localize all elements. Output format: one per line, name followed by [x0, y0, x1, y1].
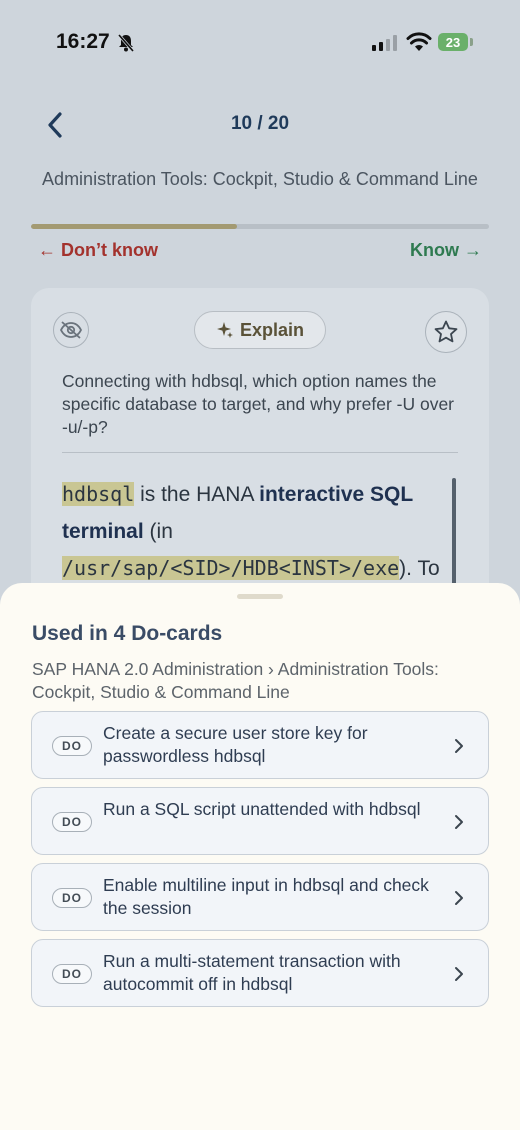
do-card-item[interactable]: DO Run a multi-statement transaction wit…	[31, 939, 489, 1007]
do-card-item[interactable]: DO Run a SQL script unattended with hdbs…	[31, 787, 489, 855]
answer-path: /usr/sap/<SID>/HDB<INST>/exe	[62, 556, 400, 580]
card-progress-counter: 10 / 20	[230, 113, 290, 134]
do-card-label: Enable multiline input in hdbsql and che…	[103, 875, 429, 918]
eye-slash-icon	[59, 321, 83, 339]
sheet-title: Used in 4 Do-cards	[32, 622, 223, 645]
do-badge: DO	[52, 888, 92, 908]
do-cards-sheet: Used in 4 Do-cards SAP HANA 2.0 Administ…	[0, 583, 520, 1130]
progress-bar	[31, 224, 489, 229]
chevron-right-icon	[455, 815, 463, 829]
progress-bar-fill	[31, 224, 238, 229]
chevron-right-icon	[455, 967, 463, 981]
do-card-label: Create a secure user store key for passw…	[103, 723, 368, 766]
do-card-label: Run a SQL script unattended with hdbsql	[103, 799, 421, 819]
sheet-drag-handle[interactable]	[237, 594, 283, 599]
answer-text-part: (in	[143, 520, 173, 543]
hide-answer-button[interactable]	[53, 312, 89, 348]
battery-level: 23	[445, 34, 461, 50]
answer-text-part: is the HANA	[134, 483, 260, 506]
chevron-right-icon	[455, 891, 463, 905]
wifi-icon	[406, 32, 432, 51]
star-icon	[434, 320, 458, 343]
question-text: Connecting with hdbsql, which option nam…	[62, 371, 455, 437]
dont-know-button[interactable]: ← Don’t know	[38, 240, 158, 261]
do-badge: DO	[52, 812, 92, 832]
explain-label: Explain	[239, 319, 305, 340]
deck-title: Administration Tools: Cockpit, Studio & …	[42, 169, 478, 189]
breadcrumb: SAP HANA 2.0 Administration › Administra…	[32, 659, 439, 702]
do-card-list: DO Create a secure user store key for pa…	[31, 711, 489, 1015]
chevron-right-icon	[455, 739, 463, 753]
favorite-button[interactable]	[425, 311, 467, 353]
do-card-item[interactable]: DO Create a secure user store key for pa…	[31, 711, 489, 779]
do-badge: DO	[52, 964, 92, 984]
do-card-label: Run a multi-statement transaction with a…	[103, 951, 401, 994]
do-badge: DO	[52, 736, 92, 756]
screen: 16:27 23 10 / 20 Administration Tools: C…	[0, 0, 520, 1130]
know-button[interactable]: Know →	[410, 240, 482, 261]
battery-indicator: 23	[438, 33, 468, 51]
sparkle-icon	[216, 322, 233, 338]
battery-tip	[470, 38, 473, 46]
do-card-item[interactable]: DO Enable multiline input in hdbsql and …	[31, 863, 489, 931]
answer-command: hdbsql	[62, 482, 135, 506]
status-bar: 16:27 23	[0, 0, 520, 88]
explain-button[interactable]: Explain	[194, 311, 326, 349]
divider	[62, 452, 458, 453]
bell-muted-icon	[117, 34, 135, 52]
cellular-signal-icon	[372, 35, 397, 51]
status-time: 16:27	[56, 30, 110, 53]
